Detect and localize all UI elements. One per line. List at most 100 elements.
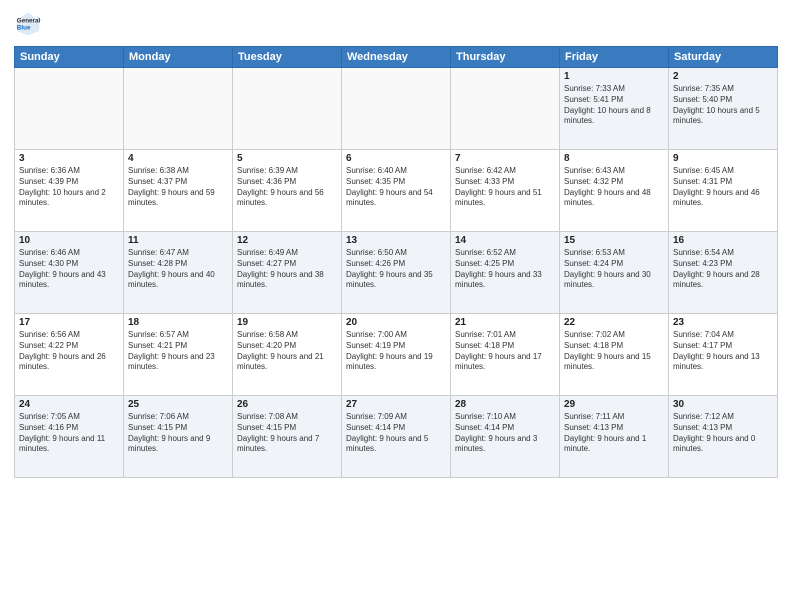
calendar-week-row: 24Sunrise: 7:05 AM Sunset: 4:16 PM Dayli… xyxy=(15,396,778,478)
weekday-header: Monday xyxy=(124,47,233,68)
calendar-cell: 7 Sunrise: 6:42 AM Sunset: 4:33 PM Daylig… xyxy=(451,150,560,232)
day-info: Sunrise: 7:05 AM Sunset: 4:16 PM Dayligh… xyxy=(19,412,119,455)
calendar-cell: 24Sunrise: 7:05 AM Sunset: 4:16 PM Dayli… xyxy=(15,396,124,478)
calendar-week-row: 17 Sunrise: 6:56 AM Sunset: 4:22 PM Dayli… xyxy=(15,314,778,396)
day-info: Sunrise: 7:09 AM Sunset: 4:14 PM Dayligh… xyxy=(346,412,446,455)
calendar-cell: 4 Sunrise: 6:38 AM Sunset: 4:37 PM Daylig… xyxy=(124,150,233,232)
calendar-cell: 11Sunrise: 6:47 AM Sunset: 4:28 PM Dayli… xyxy=(124,232,233,314)
day-info: Sunrise: 6:56 AM Sunset: 4:22 PM Dayligh… xyxy=(19,330,119,373)
calendar-cell: 20 Sunrise: 7:00 AM Sunset: 4:19 PM Dayli… xyxy=(342,314,451,396)
day-info: Sunrise: 7:35 AM Sunset: 5:40 PM Dayligh… xyxy=(673,84,773,127)
calendar-cell: 12Sunrise: 6:49 AM Sunset: 4:27 PM Dayli… xyxy=(233,232,342,314)
calendar-cell xyxy=(451,68,560,150)
day-number: 1 xyxy=(564,71,664,82)
day-number: 23 xyxy=(673,317,773,328)
calendar-cell: 17 Sunrise: 6:56 AM Sunset: 4:22 PM Dayli… xyxy=(15,314,124,396)
day-info: Sunrise: 7:08 AM Sunset: 4:15 PM Dayligh… xyxy=(237,412,337,455)
day-number: 17 xyxy=(19,317,119,328)
day-info: Sunrise: 6:46 AM Sunset: 4:30 PM Dayligh… xyxy=(19,248,119,291)
day-info: Sunrise: 6:38 AM Sunset: 4:37 PM Dayligh… xyxy=(128,166,228,209)
day-info: Sunrise: 6:42 AM Sunset: 4:33 PM Dayligh… xyxy=(455,166,555,209)
day-info: Sunrise: 6:52 AM Sunset: 4:25 PM Dayligh… xyxy=(455,248,555,291)
day-info: Sunrise: 7:12 AM Sunset: 4:13 PM Dayligh… xyxy=(673,412,773,455)
calendar-cell: 1 Sunrise: 7:33 AM Sunset: 5:41 PM Daylig… xyxy=(560,68,669,150)
day-number: 5 xyxy=(237,153,337,164)
day-info: Sunrise: 7:06 AM Sunset: 4:15 PM Dayligh… xyxy=(128,412,228,455)
day-number: 12 xyxy=(237,235,337,246)
logo-icon: General Blue xyxy=(14,10,42,38)
calendar-cell: 21 Sunrise: 7:01 AM Sunset: 4:18 PM Dayli… xyxy=(451,314,560,396)
calendar-week-row: 3 Sunrise: 6:36 AM Sunset: 4:39 PM Daylig… xyxy=(15,150,778,232)
calendar-cell: 18 Sunrise: 6:57 AM Sunset: 4:21 PM Dayli… xyxy=(124,314,233,396)
day-number: 4 xyxy=(128,153,228,164)
day-info: Sunrise: 6:57 AM Sunset: 4:21 PM Dayligh… xyxy=(128,330,228,373)
calendar-cell: 3 Sunrise: 6:36 AM Sunset: 4:39 PM Daylig… xyxy=(15,150,124,232)
day-number: 7 xyxy=(455,153,555,164)
day-info: Sunrise: 7:01 AM Sunset: 4:18 PM Dayligh… xyxy=(455,330,555,373)
day-info: Sunrise: 6:40 AM Sunset: 4:35 PM Dayligh… xyxy=(346,166,446,209)
page-header: General Blue xyxy=(14,10,778,38)
calendar-cell: 22 Sunrise: 7:02 AM Sunset: 4:18 PM Dayli… xyxy=(560,314,669,396)
day-number: 21 xyxy=(455,317,555,328)
day-number: 19 xyxy=(237,317,337,328)
calendar-cell: 27 Sunrise: 7:09 AM Sunset: 4:14 PM Dayli… xyxy=(342,396,451,478)
day-number: 28 xyxy=(455,399,555,410)
day-number: 27 xyxy=(346,399,446,410)
day-number: 6 xyxy=(346,153,446,164)
calendar-cell xyxy=(342,68,451,150)
calendar-cell: 14 Sunrise: 6:52 AM Sunset: 4:25 PM Dayli… xyxy=(451,232,560,314)
day-number: 2 xyxy=(673,71,773,82)
calendar-cell: 2 Sunrise: 7:35 AM Sunset: 5:40 PM Daylig… xyxy=(669,68,778,150)
day-number: 3 xyxy=(19,153,119,164)
calendar-cell: 25Sunrise: 7:06 AM Sunset: 4:15 PM Dayli… xyxy=(124,396,233,478)
day-info: Sunrise: 6:39 AM Sunset: 4:36 PM Dayligh… xyxy=(237,166,337,209)
svg-text:Blue: Blue xyxy=(17,25,31,32)
weekday-header: Saturday xyxy=(669,47,778,68)
calendar-cell: 29Sunrise: 7:11 AM Sunset: 4:13 PM Dayli… xyxy=(560,396,669,478)
day-number: 16 xyxy=(673,235,773,246)
day-info: Sunrise: 6:58 AM Sunset: 4:20 PM Dayligh… xyxy=(237,330,337,373)
day-info: Sunrise: 7:02 AM Sunset: 4:18 PM Dayligh… xyxy=(564,330,664,373)
day-number: 14 xyxy=(455,235,555,246)
calendar-week-row: 1 Sunrise: 7:33 AM Sunset: 5:41 PM Daylig… xyxy=(15,68,778,150)
day-number: 11 xyxy=(128,235,228,246)
day-number: 8 xyxy=(564,153,664,164)
day-number: 26 xyxy=(237,399,337,410)
day-number: 30 xyxy=(673,399,773,410)
logo: General Blue xyxy=(14,10,46,38)
calendar-cell: 8 Sunrise: 6:43 AM Sunset: 4:32 PM Daylig… xyxy=(560,150,669,232)
calendar-cell: 5 Sunrise: 6:39 AM Sunset: 4:36 PM Daylig… xyxy=(233,150,342,232)
weekday-header: Wednesday xyxy=(342,47,451,68)
calendar-cell: 15 Sunrise: 6:53 AM Sunset: 4:24 PM Dayli… xyxy=(560,232,669,314)
calendar-cell: 10 Sunrise: 6:46 AM Sunset: 4:30 PM Dayli… xyxy=(15,232,124,314)
day-number: 10 xyxy=(19,235,119,246)
day-info: Sunrise: 6:45 AM Sunset: 4:31 PM Dayligh… xyxy=(673,166,773,209)
day-number: 13 xyxy=(346,235,446,246)
day-number: 18 xyxy=(128,317,228,328)
calendar-header-row: SundayMondayTuesdayWednesdayThursdayFrid… xyxy=(15,47,778,68)
day-info: Sunrise: 7:04 AM Sunset: 4:17 PM Dayligh… xyxy=(673,330,773,373)
calendar-cell xyxy=(15,68,124,150)
day-number: 22 xyxy=(564,317,664,328)
calendar-cell: 30 Sunrise: 7:12 AM Sunset: 4:13 PM Dayli… xyxy=(669,396,778,478)
day-info: Sunrise: 7:11 AM Sunset: 4:13 PM Dayligh… xyxy=(564,412,664,455)
day-info: Sunrise: 6:50 AM Sunset: 4:26 PM Dayligh… xyxy=(346,248,446,291)
calendar-cell: 26 Sunrise: 7:08 AM Sunset: 4:15 PM Dayli… xyxy=(233,396,342,478)
weekday-header: Friday xyxy=(560,47,669,68)
day-info: Sunrise: 6:54 AM Sunset: 4:23 PM Dayligh… xyxy=(673,248,773,291)
weekday-header: Sunday xyxy=(15,47,124,68)
svg-text:General: General xyxy=(17,18,41,25)
calendar-cell: 13 Sunrise: 6:50 AM Sunset: 4:26 PM Dayli… xyxy=(342,232,451,314)
day-info: Sunrise: 6:36 AM Sunset: 4:39 PM Dayligh… xyxy=(19,166,119,209)
calendar-cell: 28 Sunrise: 7:10 AM Sunset: 4:14 PM Dayli… xyxy=(451,396,560,478)
calendar-cell: 9Sunrise: 6:45 AM Sunset: 4:31 PM Daylig… xyxy=(669,150,778,232)
day-info: Sunrise: 7:33 AM Sunset: 5:41 PM Dayligh… xyxy=(564,84,664,127)
day-info: Sunrise: 7:10 AM Sunset: 4:14 PM Dayligh… xyxy=(455,412,555,455)
day-info: Sunrise: 7:00 AM Sunset: 4:19 PM Dayligh… xyxy=(346,330,446,373)
weekday-header: Thursday xyxy=(451,47,560,68)
day-info: Sunrise: 6:43 AM Sunset: 4:32 PM Dayligh… xyxy=(564,166,664,209)
day-number: 20 xyxy=(346,317,446,328)
day-number: 15 xyxy=(564,235,664,246)
calendar-cell: 6 Sunrise: 6:40 AM Sunset: 4:35 PM Daylig… xyxy=(342,150,451,232)
day-info: Sunrise: 6:53 AM Sunset: 4:24 PM Dayligh… xyxy=(564,248,664,291)
